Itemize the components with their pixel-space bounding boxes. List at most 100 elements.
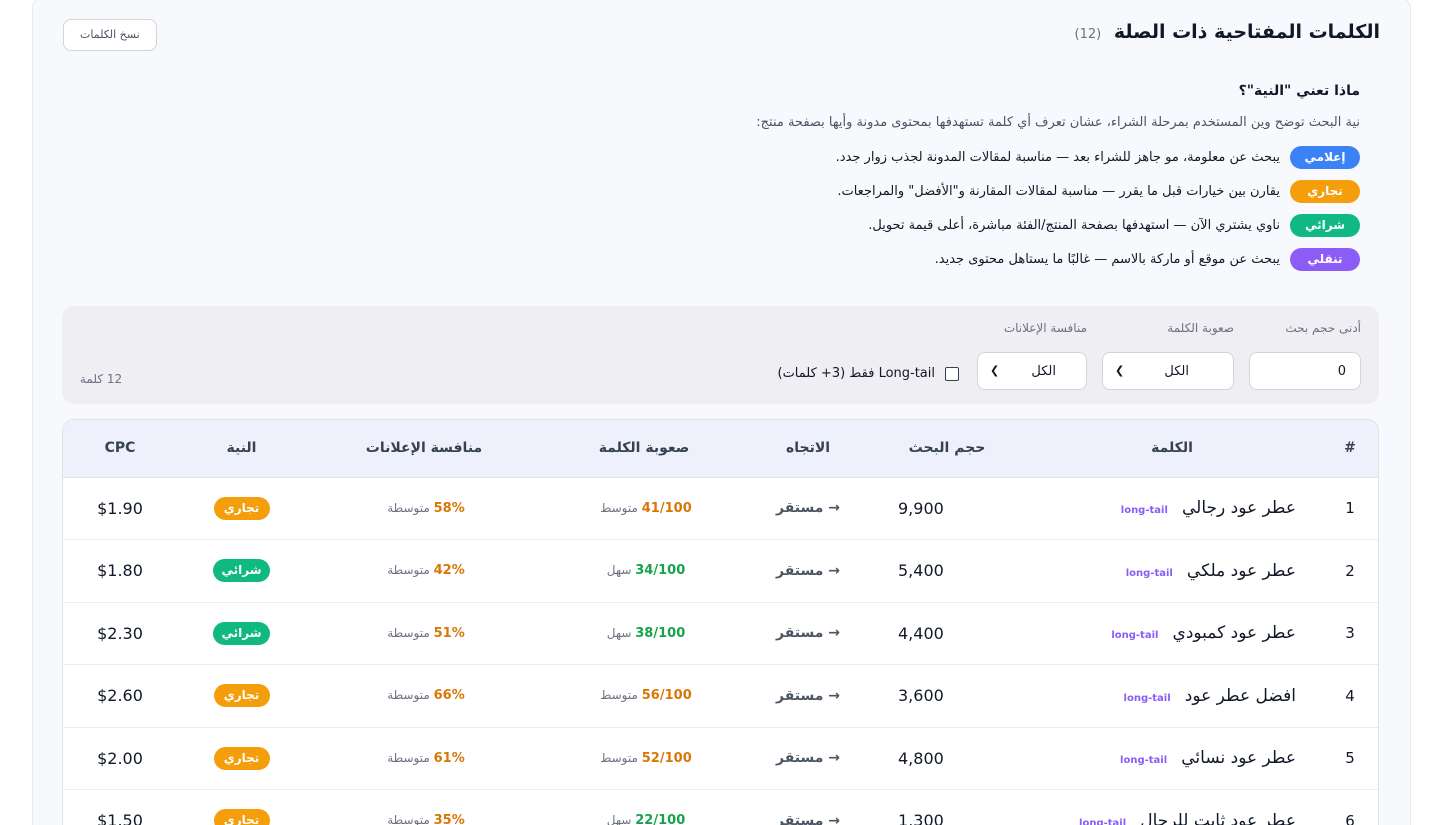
intent-question: ماذا تعني "النية"؟ bbox=[1238, 83, 1360, 99]
keyword-text[interactable]: عطر عود ثابت للرجال bbox=[1140, 811, 1296, 825]
table-row: 5 عطر عود نسائي long-tail 4,800 → مستقر … bbox=[63, 727, 1378, 790]
difficulty-score: 34/100 bbox=[635, 563, 686, 579]
ads-level: متوسطة bbox=[387, 625, 430, 640]
intent-badge: تجاري bbox=[213, 746, 270, 770]
col-header-keyword[interactable]: الكلمة bbox=[1022, 420, 1322, 478]
intent-cell: تجاري bbox=[179, 727, 304, 790]
col-header-num: # bbox=[1322, 420, 1378, 478]
ads-score: 58% bbox=[433, 500, 465, 516]
difficulty-select[interactable]: الكل ❯ bbox=[1102, 352, 1234, 390]
intent-text: ناوي يشتري الآن — استهدفها بصفحة المنتج/… bbox=[868, 218, 1280, 233]
longtail-badge: long-tail bbox=[1079, 817, 1127, 825]
table-header-row: # الكلمة حجم البحث الاتجاه صعوبة الكلمة … bbox=[63, 420, 1378, 478]
intent-cell: شرائي bbox=[179, 539, 304, 603]
intent-item-informational: إعلامي يبحث عن معلومة، مو جاهز للشراء بع… bbox=[460, 146, 1360, 169]
keyword-text[interactable]: عطر عود نسائي bbox=[1181, 748, 1296, 768]
col-header-trend[interactable]: الاتجاه bbox=[744, 420, 872, 478]
copy-keywords-button[interactable]: نسخ الكلمات bbox=[63, 19, 157, 51]
page-title: الكلمات المفتاحية ذات الصلة (12) bbox=[1074, 21, 1380, 43]
difficulty-cell: 52/100 متوسط bbox=[544, 727, 744, 790]
longtail-badge: long-tail bbox=[1111, 630, 1159, 642]
ads-cell: 35% متوسطة bbox=[304, 789, 544, 825]
cpc-cell: $2.30 bbox=[63, 602, 179, 665]
intent-cell: تجاري bbox=[179, 664, 304, 728]
row-number: 2 bbox=[1322, 539, 1378, 603]
intent-cell: تجاري bbox=[179, 789, 304, 825]
difficulty-cell: 34/100 سهل bbox=[544, 539, 744, 603]
col-header-intent[interactable]: النية bbox=[179, 420, 304, 478]
longtail-filter[interactable]: Long-tail فقط (3+ كلمات) bbox=[777, 366, 959, 381]
difficulty-level: سهل bbox=[606, 563, 632, 578]
table-row: 4 افضل عطر عود long-tail 3,600 → مستقر 5… bbox=[63, 664, 1378, 728]
table-row: 2 عطر عود ملكي long-tail 5,400 → مستقر 3… bbox=[63, 539, 1378, 603]
ads-score: 35% bbox=[433, 813, 465, 825]
difficulty-score: 56/100 bbox=[641, 688, 692, 704]
keyword-text[interactable]: عطر عود رجالي bbox=[1182, 498, 1296, 518]
keyword-cell: عطر عود كمبودي long-tail bbox=[1022, 602, 1322, 665]
cpc-cell: $2.60 bbox=[63, 664, 179, 728]
longtail-label: Long-tail فقط (3+ كلمات) bbox=[777, 366, 936, 381]
intent-text: يبحث عن موقع أو ماركة بالاسم — غالبًا ما… bbox=[934, 252, 1280, 267]
ads-cell: 58% متوسطة bbox=[304, 477, 544, 540]
keywords-panel: الكلمات المفتاحية ذات الصلة (12) نسخ الك… bbox=[32, 0, 1411, 825]
row-number: 6 bbox=[1322, 789, 1378, 825]
min-volume-label: أدنى حجم بحث bbox=[1285, 321, 1361, 335]
intent-badge: شرائي bbox=[213, 559, 270, 583]
col-header-ads[interactable]: منافسة الإعلانات bbox=[304, 420, 544, 478]
min-volume-value: 0 bbox=[1337, 363, 1346, 379]
intent-badge: تجاري bbox=[213, 809, 270, 825]
difficulty-value: الكل bbox=[1164, 363, 1189, 379]
intent-pill-transactional: شرائي bbox=[1290, 214, 1360, 237]
intent-pill-commercial: تجاري bbox=[1290, 180, 1360, 203]
intent-item-transactional: شرائي ناوي يشتري الآن — استهدفها بصفحة ا… bbox=[460, 214, 1360, 237]
cpc-cell: $1.80 bbox=[63, 539, 179, 603]
cpc-cell: $2.00 bbox=[63, 727, 179, 790]
ads-level: متوسطة bbox=[387, 813, 430, 825]
intent-pill-informational: إعلامي bbox=[1290, 146, 1360, 169]
col-header-volume[interactable]: حجم البحث bbox=[872, 420, 1022, 478]
ads-cell: 51% متوسطة bbox=[304, 602, 544, 665]
volume-cell: 3,600 bbox=[872, 664, 1022, 728]
difficulty-cell: 38/100 سهل bbox=[544, 602, 744, 665]
intent-badge: تجاري bbox=[213, 684, 270, 708]
difficulty-cell: 22/100 سهل bbox=[544, 789, 744, 825]
row-number: 5 bbox=[1322, 727, 1378, 790]
ads-score: 42% bbox=[433, 563, 465, 579]
longtail-badge: long-tail bbox=[1120, 505, 1168, 517]
keyword-text[interactable]: عطر عود كمبودي bbox=[1173, 623, 1296, 643]
keywords-table: # الكلمة حجم البحث الاتجاه صعوبة الكلمة … bbox=[62, 419, 1379, 825]
keyword-text[interactable]: عطر عود ملكي bbox=[1187, 561, 1296, 581]
difficulty-level: متوسط bbox=[600, 688, 638, 703]
volume-cell: 4,800 bbox=[872, 727, 1022, 790]
difficulty-label: صعوبة الكلمة bbox=[1167, 321, 1234, 335]
result-word-count: 12 كلمة bbox=[80, 372, 123, 386]
difficulty-level: متوسط bbox=[600, 750, 638, 765]
table-row: 6 عطر عود ثابت للرجال long-tail 1,300 → … bbox=[63, 789, 1378, 825]
title-text: الكلمات المفتاحية ذات الصلة bbox=[1113, 21, 1380, 43]
min-volume-input[interactable]: 0 bbox=[1249, 352, 1361, 390]
keyword-text[interactable]: افضل عطر عود bbox=[1185, 686, 1296, 706]
volume-cell: 1,300 bbox=[872, 789, 1022, 825]
ads-score: 66% bbox=[433, 688, 465, 704]
ads-cell: 61% متوسطة bbox=[304, 727, 544, 790]
intent-explainer: ماذا تعني "النية"؟ نية البحث توضح وين ال… bbox=[460, 83, 1360, 271]
trend-cell: → مستقر bbox=[744, 602, 872, 665]
row-number: 4 bbox=[1322, 664, 1378, 728]
intent-description: نية البحث توضح وين المستخدم بمرحلة الشرا… bbox=[756, 115, 1360, 130]
chevron-down-icon: ❯ bbox=[990, 364, 1000, 377]
col-header-difficulty[interactable]: صعوبة الكلمة bbox=[544, 420, 744, 478]
longtail-checkbox[interactable] bbox=[945, 366, 959, 381]
col-header-cpc[interactable]: CPC bbox=[63, 420, 179, 478]
table-row: 1 عطر عود رجالي long-tail 9,900 → مستقر … bbox=[63, 477, 1378, 540]
trend-cell: → مستقر bbox=[744, 477, 872, 540]
ads-level: متوسطة bbox=[387, 688, 430, 703]
filters-bar: أدنى حجم بحث 0 صعوبة الكلمة الكل ❯ منافس… bbox=[62, 306, 1379, 404]
intent-pill-navigational: تنقلي bbox=[1290, 248, 1360, 271]
trend-cell: → مستقر bbox=[744, 789, 872, 825]
volume-cell: 9,900 bbox=[872, 477, 1022, 540]
ads-competition-select[interactable]: الكل ❯ bbox=[977, 352, 1087, 390]
trend-cell: → مستقر bbox=[744, 539, 872, 603]
difficulty-level: سهل bbox=[606, 625, 632, 640]
table-row: 3 عطر عود كمبودي long-tail 4,400 → مستقر… bbox=[63, 602, 1378, 665]
ads-cell: 42% متوسطة bbox=[304, 539, 544, 603]
